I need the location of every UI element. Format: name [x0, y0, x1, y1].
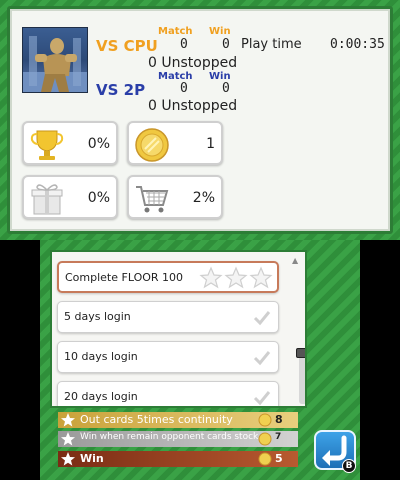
coin-value: 1 [206, 136, 215, 152]
list-item[interactable]: Complete FLOOR 100 [57, 261, 279, 293]
bottom-screen: ▲ Complete FLOOR 100 5 days login 10 day… [40, 240, 360, 480]
bronze-tier-row: Win 5 [58, 451, 298, 467]
cart-value: 2% [192, 190, 215, 206]
scrollbar-track[interactable] [299, 352, 305, 404]
b-button-badge: B [342, 459, 356, 473]
star-outline-icon [199, 266, 223, 289]
silver-tier-row: Win when remain opponent cards stock 7 [58, 431, 298, 447]
play-time-label: Play time [241, 37, 302, 52]
gift-value: 0% [87, 190, 110, 206]
bronze-tier-text: Win [80, 452, 104, 465]
star-icon [61, 413, 75, 427]
gold-tier-text: Out cards 5times continuity [80, 413, 233, 426]
cart-stat: 2% [127, 175, 223, 219]
coin-icon [258, 432, 272, 446]
checkmark-icon [253, 391, 271, 406]
vs-cpu-label: VS CPU [96, 37, 158, 55]
top-screen: VS CPU Match Win 0 0 0 Unstopped VS 2P M… [0, 0, 400, 240]
star-icon [61, 432, 75, 446]
star-outline-icon [224, 266, 248, 289]
star-rating [199, 266, 273, 290]
vs-2p-label: VS 2P [96, 81, 146, 99]
checkmark-icon [253, 311, 271, 326]
vs-cpu-match-header: Match [158, 26, 193, 37]
bronze-tier-count: 5 [275, 452, 283, 465]
trophy-icon [30, 130, 64, 160]
play-time-value: 0:00:35 [330, 37, 385, 52]
trophy-value: 0% [87, 136, 110, 152]
coin-icon [258, 413, 272, 427]
star-outline-icon [249, 266, 273, 289]
coin-stat: 1 [127, 121, 223, 165]
list-item-label: 20 days login [64, 390, 138, 403]
vs-cpu-match-count: 0 [180, 37, 188, 52]
coin-icon [135, 128, 169, 162]
scrollbar-thumb[interactable] [296, 348, 305, 358]
player-portrait [22, 27, 88, 93]
star-icon [61, 452, 75, 466]
vs-cpu-win-count: 0 [222, 37, 230, 52]
gold-tier-row: Out cards 5times continuity 8 [58, 412, 298, 428]
list-item[interactable]: 20 days login [57, 381, 279, 406]
trophy-stat: 0% [22, 121, 118, 165]
vs-cpu-unstopped: 0 Unstopped [148, 55, 238, 71]
coin-icon [258, 452, 272, 466]
silver-tier-count: 7 [275, 432, 282, 442]
gift-stat: 0% [22, 175, 118, 219]
cart-icon [136, 186, 169, 213]
vs-2p-match-count: 0 [180, 81, 188, 96]
list-item[interactable]: 10 days login [57, 341, 279, 373]
silver-tier-text: Win when remain opponent cards stock [80, 432, 259, 442]
vs-2p-win-count: 0 [222, 81, 230, 96]
vs-2p-unstopped: 0 Unstopped [148, 98, 238, 114]
list-item-label: Complete FLOOR 100 [65, 271, 184, 284]
stats-panel: VS CPU Match Win 0 0 0 Unstopped VS 2P M… [7, 6, 393, 234]
scroll-up-arrow-icon[interactable]: ▲ [292, 256, 302, 266]
list-item-label: 5 days login [64, 310, 131, 323]
mission-list[interactable]: ▲ Complete FLOOR 100 5 days login 10 day… [50, 250, 307, 408]
list-item[interactable]: 5 days login [57, 301, 279, 333]
checkmark-icon [253, 351, 271, 366]
list-item-label: 10 days login [64, 350, 138, 363]
vs-cpu-win-header: Win [209, 26, 231, 37]
gift-icon [31, 184, 63, 215]
gold-tier-count: 8 [275, 413, 283, 426]
